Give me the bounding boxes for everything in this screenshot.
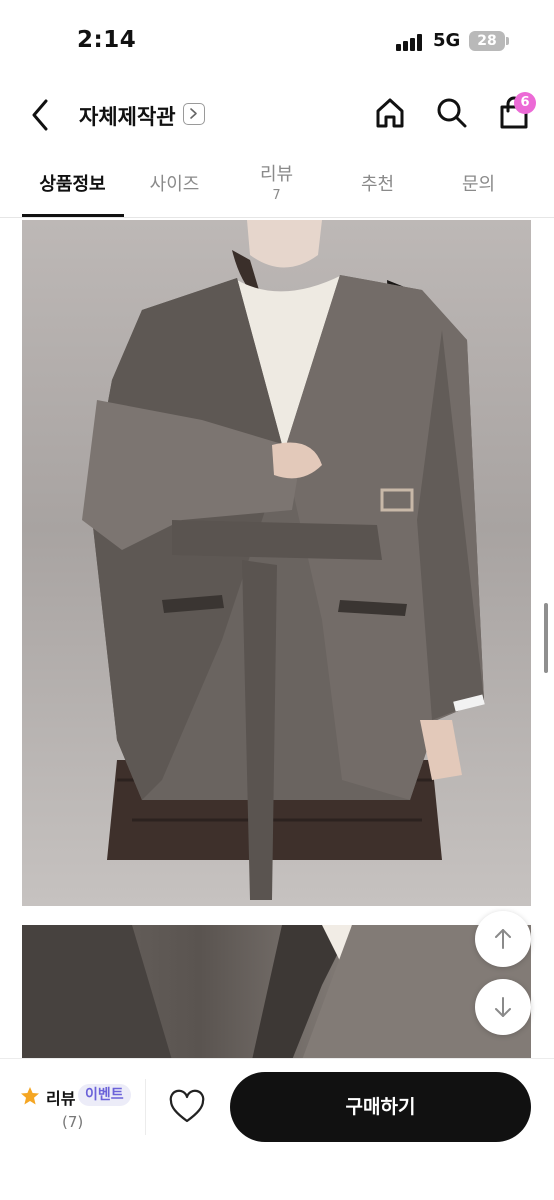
event-badge: 이벤트 xyxy=(78,1084,131,1106)
tab-recommend[interactable]: 추천 xyxy=(327,150,428,218)
tab-product-info[interactable]: 상품정보 xyxy=(22,150,123,218)
tab-label: 추천 xyxy=(360,174,395,195)
shop-link-button[interactable] xyxy=(183,103,205,125)
arrow-up-icon xyxy=(495,929,511,949)
tab-label: 문의 xyxy=(461,174,496,195)
tab-inquiry[interactable]: 문의 xyxy=(428,150,529,218)
battery-tip xyxy=(506,37,509,45)
chevron-right-icon xyxy=(190,108,197,119)
buy-button[interactable]: 구매하기 xyxy=(230,1072,531,1142)
status-time: 2:14 xyxy=(77,27,137,53)
heart-icon xyxy=(169,1089,205,1123)
divider xyxy=(145,1079,146,1135)
shop-title[interactable]: 자체제작관 xyxy=(79,101,176,131)
tab-review[interactable]: 리뷰 7 xyxy=(226,150,327,218)
battery-icon: 28 xyxy=(469,31,505,51)
tab-label: 상품정보 xyxy=(39,174,106,195)
app-header: 자체제작관 xyxy=(0,80,554,150)
network-label: 5G xyxy=(433,30,461,51)
product-tabs: 상품정보 사이즈 리뷰 7 추천 문의 xyxy=(0,150,554,218)
tab-active-indicator xyxy=(22,214,124,217)
arrow-down-icon xyxy=(495,997,511,1017)
status-bar: 2:14 5G 28 xyxy=(0,0,554,80)
scroll-indicator[interactable] xyxy=(544,603,548,673)
search-button[interactable] xyxy=(434,95,470,131)
home-button[interactable] xyxy=(372,95,408,131)
tab-size[interactable]: 사이즈 xyxy=(124,150,225,218)
coat-illustration xyxy=(82,220,485,900)
like-button[interactable] xyxy=(168,1089,206,1125)
product-photo-coat-detail xyxy=(22,925,531,1060)
home-icon xyxy=(376,98,404,128)
cart-count-badge: 6 xyxy=(514,92,536,114)
search-icon xyxy=(437,98,467,128)
coat-detail-illustration xyxy=(22,925,531,1060)
review-label: 리뷰 xyxy=(46,1089,76,1108)
back-button[interactable] xyxy=(26,97,56,133)
product-photo-coat xyxy=(22,220,531,906)
bottom-action-bar: 리뷰 이벤트 (7) 구매하기 xyxy=(0,1058,554,1200)
signal-icon xyxy=(396,33,426,51)
back-icon xyxy=(32,99,48,131)
tab-label: 리뷰 xyxy=(259,164,294,185)
tab-label: 사이즈 xyxy=(149,174,200,195)
tab-review-count: 7 xyxy=(272,188,281,203)
scroll-up-button[interactable] xyxy=(475,911,531,967)
scroll-down-button[interactable] xyxy=(475,979,531,1035)
review-count: (7) xyxy=(62,1113,84,1131)
star-icon xyxy=(21,1087,39,1105)
